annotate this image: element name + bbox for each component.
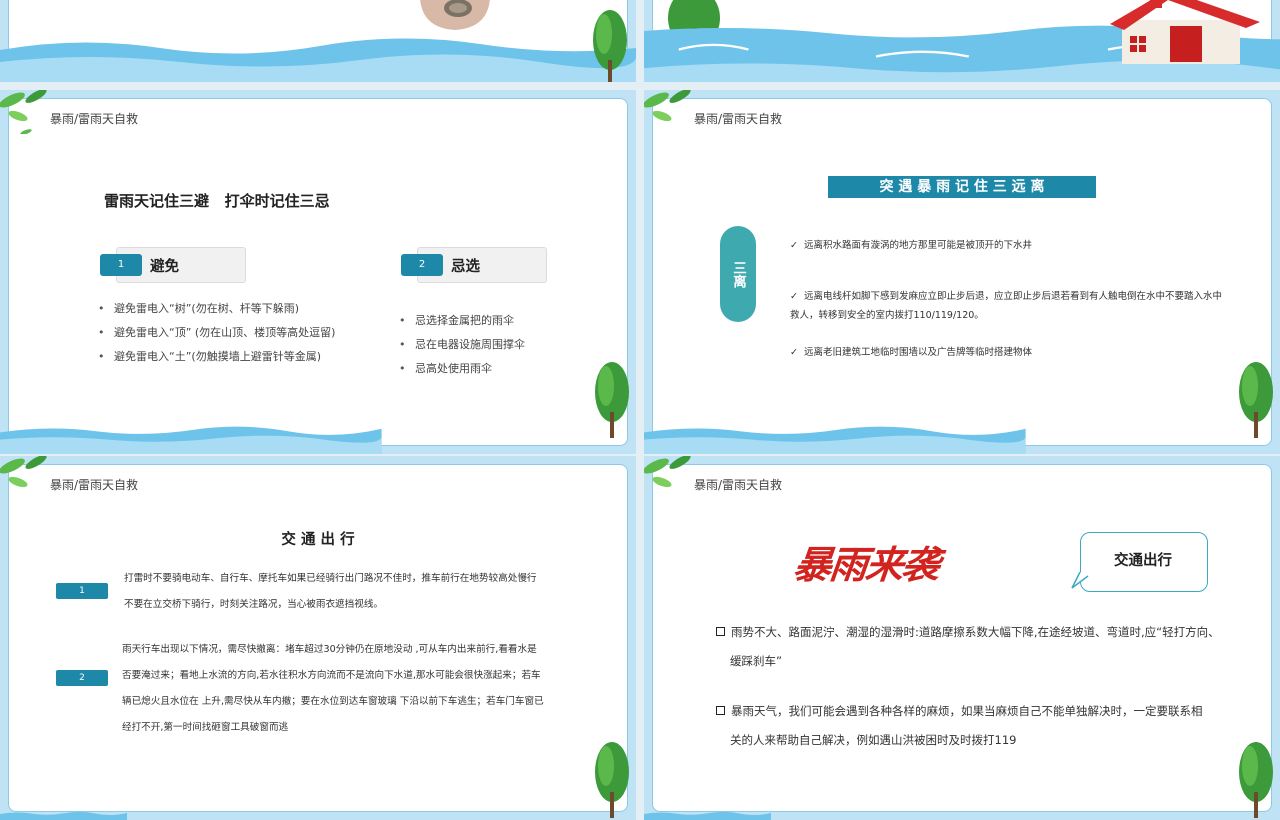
paragraph-line: 雨势不大、路面泥泞、潮湿的湿滑时:道路摩擦系数大幅下降,在途经坡道、弯道时,应“… [716, 618, 1220, 647]
paragraph-line: 经打不开,第一时间找砸窗工具破窗而逃 [122, 722, 289, 733]
avoid-list: 避免雷电入“树”(勿在树、杆等下躲雨) 避免雷电入“顶” (勿在山顶、楼顶等高处… [98, 297, 335, 369]
water-waves [644, 426, 1026, 454]
number-badge: 2 [401, 254, 443, 276]
box-label: 忌选 [451, 259, 480, 275]
box-label: 避免 [150, 259, 179, 275]
list-item: 忌高处使用雨伞 [399, 357, 525, 381]
paragraph-line: 否要淹过来；看地上水流的方向,若水往积水方向流而不是流向下水道,那水可能会很快涨… [122, 670, 541, 681]
slide-2[interactable] [644, 0, 1280, 82]
list-item: 避免雷电入“顶” (勿在山顶、楼顶等高处逗留) [98, 321, 335, 345]
pill-badge: 三离 [720, 226, 756, 322]
slide-5[interactable]: 暴雨/雷雨天自救 交 通 出 行 1 打雷时不要骑电动车、自行车、摩托车如果已经… [0, 456, 636, 820]
paragraph-line: 关的人来帮助自己解决，例如遇山洪被困时及时拨打119 [730, 733, 1017, 747]
paragraph-line: 打雷时不要骑电动车、自行车、摩托车如果已经骑行出门路况不佳时，推车前行在地势较高… [124, 573, 537, 584]
paragraph-line: 辆已熄火且水位在 上升,需尽快从车内撤；要在水位到达车窗玻璃 下沿以前下车逃生；… [122, 696, 544, 707]
paragraph-2: 暴雨天气，我们可能会遇到各种各样的麻烦，如果当麻烦自己不能单独解决时，一定要联系… [716, 697, 1203, 755]
check-item: 远离电线杆如脚下感到发麻应立即止步后退，应立即止步后退若看到有人触电倒在水中不要… [790, 287, 1230, 325]
slide-4[interactable]: 暴雨/雷雨天自救 突 遇 暴 雨 记 住 三 远 离 三离 远离积水路面有漩涡的… [644, 90, 1280, 454]
list-item: 忌选择金属把的雨伞 [399, 309, 525, 333]
paragraph-1: 打雷时不要骑电动车、自行车、摩托车如果已经骑行出门路况不佳时，推车前行在地势较高… [124, 566, 537, 618]
check-item: 远离积水路面有漩涡的地方那里可能是被顶开的下水井 [790, 236, 1230, 255]
tree-illustration [593, 10, 627, 82]
paragraph-line: 雨天行车出现以下情况，需尽快撤离：堵车超过30分钟仍在原地没动 ,可从车内出来前… [122, 644, 537, 655]
bowl-illustration [420, 0, 490, 30]
slide-title: 交 通 出 行 [281, 532, 355, 548]
tree-illustration [595, 362, 629, 438]
water-waves [644, 811, 772, 820]
tree-illustration [1239, 362, 1273, 438]
number-badge: 2 [56, 670, 108, 686]
slide-header: 暴雨/雷雨天自救 [50, 478, 139, 492]
slide-1[interactable] [0, 0, 636, 82]
number-badge: 1 [56, 583, 108, 599]
slide-title: 突 遇 暴 雨 记 住 三 远 离 [828, 176, 1096, 198]
paragraph-line: 缓踩刹车” [730, 654, 782, 668]
slide-title: 雷雨天记住三避 打伞时记住三忌 [104, 192, 330, 210]
square-bullet-icon [716, 627, 725, 636]
house-illustration [1110, 0, 1260, 64]
bubble-text: 交通出行 [1114, 553, 1172, 569]
water-waves [0, 426, 382, 454]
square-bullet-icon [716, 706, 725, 715]
taboo-list: 忌选择金属把的雨伞 忌在电器设施周围撑伞 忌高处使用雨伞 [399, 309, 525, 381]
slide-header: 暴雨/雷雨天自救 [50, 112, 139, 126]
list-item: 避免雷电入“土”(勿触摸墙上避雷针等金属) [98, 345, 335, 369]
paragraph-1: 雨势不大、路面泥泞、潮湿的湿滑时:道路摩擦系数大幅下降,在途经坡道、弯道时,应“… [716, 618, 1220, 676]
list-item: 避免雷电入“树”(勿在树、杆等下躲雨) [98, 297, 335, 321]
list-item: 忌在电器设施周围撑伞 [399, 333, 525, 357]
slide-6[interactable]: 暴雨/雷雨天自救 暴雨来袭 交通出行 雨势不大、路面泥泞、潮湿的湿滑时:道路摩擦… [644, 456, 1280, 820]
water-waves [0, 38, 636, 82]
slide-header: 暴雨/雷雨天自救 [694, 478, 783, 492]
number-badge: 1 [100, 254, 142, 276]
paragraph-2: 雨天行车出现以下情况，需尽快撤离：堵车超过30分钟仍在原地没动 ,可从车内出来前… [122, 637, 544, 741]
water-waves [0, 811, 128, 820]
tree-illustration [595, 742, 629, 818]
slide-header: 暴雨/雷雨天自救 [694, 112, 783, 126]
calligraphy-title: 暴雨来袭 [791, 542, 941, 587]
paragraph-line: 暴雨天气，我们可能会遇到各种各样的麻烦，如果当麻烦自己不能单独解决时，一定要联系… [716, 697, 1203, 726]
tree-illustration [1239, 742, 1273, 818]
checklist: 远离积水路面有漩涡的地方那里可能是被顶开的下水井 远离电线杆如脚下感到发麻应立即… [790, 236, 1230, 362]
paragraph-line: 不要在立交桥下骑行，时刻关注路况，当心被雨衣遮挡视线。 [124, 599, 384, 610]
check-item: 远离老旧建筑工地临时围墙以及广告牌等临时搭建物体 [790, 343, 1230, 362]
slide-3[interactable]: 暴雨/雷雨天自救 雷雨天记住三避 打伞时记住三忌 1 避免 2 忌选 避免雷电入… [0, 90, 636, 454]
